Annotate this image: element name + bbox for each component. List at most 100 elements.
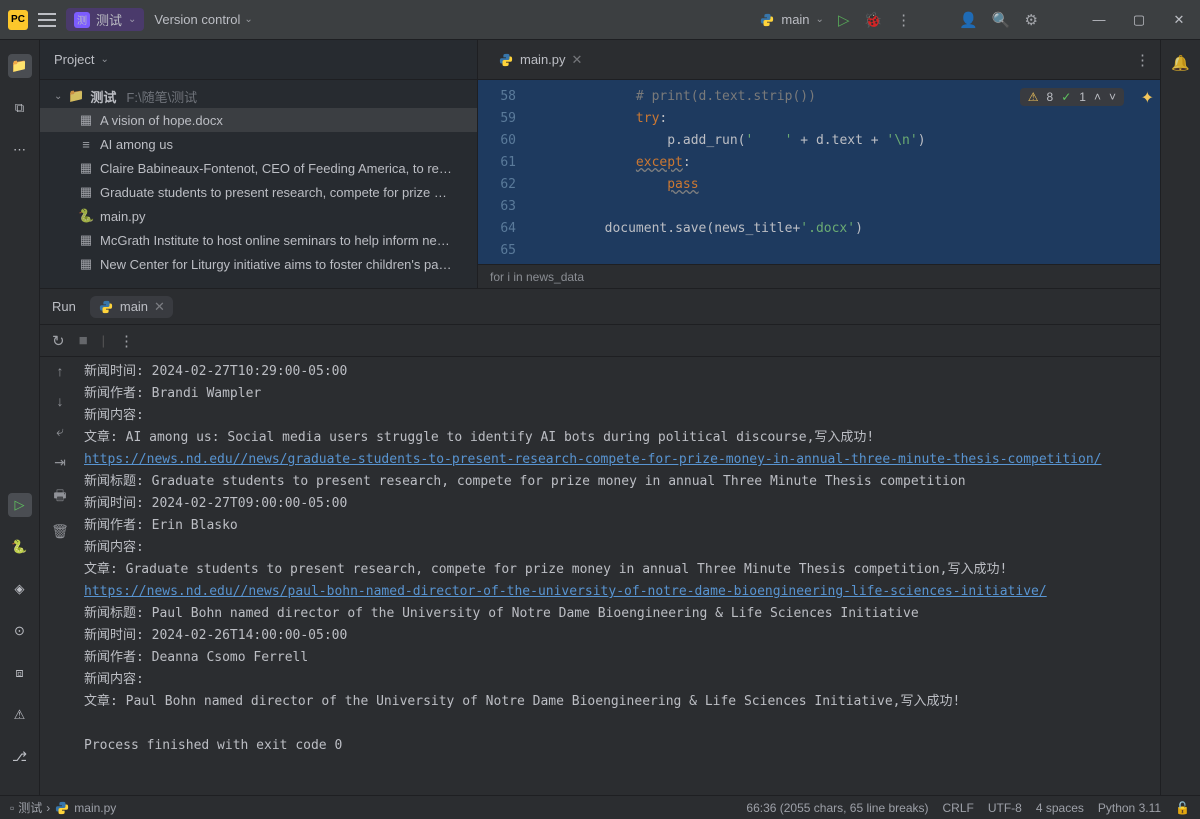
inspection-widget[interactable]: ⚠ 8 ✓ 1 ˄ ˅ [1020, 88, 1124, 106]
tree-item[interactable]: ▦A vision of hope.docx [40, 108, 477, 132]
folder-icon: 📁 [68, 88, 84, 104]
up-stack-icon[interactable]: ↑ [57, 363, 64, 379]
run-configuration-selector[interactable]: main ⌄ [759, 12, 824, 28]
file-icon: ▦ [78, 256, 94, 272]
python-console-button[interactable]: 🐍 [8, 535, 32, 559]
search-everywhere-icon[interactable]: 🔍 [992, 11, 1011, 29]
tree-item[interactable]: ▦ New Center for Liturgy initiative aims … [40, 252, 477, 276]
chevron-up-icon[interactable]: ˄ [1094, 90, 1101, 104]
file-icon: ▦ [78, 160, 94, 176]
terminal-tool-button[interactable]: ⧈ [8, 661, 32, 685]
run-tab[interactable]: main ✕ [90, 296, 173, 318]
main-menu-button[interactable] [38, 13, 56, 27]
run-toolbar: ↻ ■ | ⋮ [40, 325, 1160, 357]
debug-button[interactable]: 🐞 [863, 11, 882, 29]
tree-item[interactable]: ▦McGrath Institute to host online semina… [40, 228, 477, 252]
left-tool-rail: 📁 ⧉ ⋯ ▷ 🐍 ◈ ⊙ ⧈ ⚠ ⎇ [0, 40, 40, 795]
run-panel-title: Run [52, 299, 76, 314]
lock-icon[interactable]: 🔓 [1175, 801, 1190, 815]
file-name: New Center for Liturgy initiative aims t… [100, 257, 451, 272]
tree-item[interactable]: ≡AI among us [40, 132, 477, 156]
passed-count: 1 [1079, 90, 1086, 104]
rerun-button[interactable]: ↻ [52, 332, 65, 350]
run-config-label: main [781, 12, 809, 27]
file-name: Claire Babineaux-Fontenot, CEO of Feedin… [100, 161, 452, 176]
vcs-menu[interactable]: Version control ⌄ [154, 12, 252, 27]
module-icon: ▫ [10, 801, 14, 815]
window-minimize[interactable]: — [1086, 7, 1112, 33]
titlebar: PC 测 测试 ⌄ Version control ⌄ main ⌄ ▷ 🐞 ⋮… [0, 0, 1200, 40]
console-link[interactable]: https://news.nd.edu//news/paul-bohn-name… [84, 584, 1047, 599]
project-panel-header[interactable]: Project ⌄ [40, 40, 477, 80]
nav-breadcrumb[interactable]: ▫ 测试 › main.py [10, 799, 116, 816]
line-separator[interactable]: CRLF [943, 801, 974, 815]
code-with-me-icon[interactable]: 👤 [959, 11, 978, 29]
problems-tool-button[interactable]: ⚠ [8, 703, 32, 727]
close-tab-icon[interactable]: ✕ [154, 299, 165, 315]
clear-icon[interactable]: 🗑 [51, 523, 69, 540]
python-icon [98, 299, 114, 315]
stop-button[interactable]: ■ [79, 332, 88, 349]
file-encoding[interactable]: UTF-8 [988, 801, 1022, 815]
tree-item[interactable]: ▦Graduate students to present research, … [40, 180, 477, 204]
chevron-down-icon[interactable]: ˅ [1109, 90, 1116, 104]
structure-tool-button[interactable]: ⧉ [8, 96, 32, 120]
vcs-label: Version control [154, 12, 240, 27]
project-tool-button[interactable]: 📁 [8, 54, 32, 78]
code-area[interactable]: # print(d.text.strip()) try: p.add_run('… [526, 80, 1160, 264]
caret-position[interactable]: 66:36 (2055 chars, 65 line breaks) [746, 801, 928, 815]
more-button[interactable]: ⋮ [119, 332, 134, 350]
editor-more-icon[interactable]: ⋮ [1135, 51, 1150, 69]
project-name: 测试 [96, 10, 122, 29]
run-tool-button[interactable]: ▷ [8, 493, 32, 517]
run-panel: Run main ✕ ↻ ■ | ⋮ ↑ ↓ ⤶ [40, 288, 1160, 795]
more-actions-button[interactable]: ⋮ [896, 11, 911, 29]
tree-item[interactable]: ▦ Claire Babineaux-Fontenot, CEO of Feedi… [40, 156, 477, 180]
python-icon [498, 52, 514, 68]
breadcrumb-file: main.py [74, 801, 116, 815]
tree-item[interactable]: 🐍 main.py [40, 204, 477, 228]
project-selector[interactable]: 测 测试 ⌄ [66, 8, 144, 31]
project-badge-icon: 测 [74, 12, 90, 28]
file-name: main.py [100, 209, 146, 224]
down-stack-icon[interactable]: ↓ [57, 393, 64, 409]
services-tool-button[interactable]: ◈ [8, 577, 32, 601]
console-link[interactable]: https://news.nd.edu//news/graduate-stude… [84, 452, 1101, 467]
status-bar: ▫ 测试 › main.py 66:36 (2055 chars, 65 lin… [0, 795, 1200, 819]
vcs-tool-button[interactable]: ⎇ [8, 745, 32, 769]
run-tab-label: main [120, 299, 148, 314]
file-icon: ▦ [78, 232, 94, 248]
interpreter[interactable]: Python 3.11 [1098, 801, 1161, 815]
more-tools-button[interactable]: ⋯ [8, 138, 32, 162]
file-icon: ≡ [78, 137, 94, 152]
print-icon[interactable]: 🖶 [53, 485, 66, 509]
breadcrumb-text: for i in news_data [490, 270, 584, 284]
right-tool-rail: 🔔 [1160, 40, 1200, 795]
ai-assistant-icon[interactable]: ✦ [1141, 88, 1154, 108]
file-icon: 🐍 [78, 208, 94, 224]
settings-icon[interactable]: ⚙ [1025, 11, 1038, 29]
tree-root[interactable]: ⌄ 📁 测试 F:\随笔\测试 [40, 84, 477, 108]
editor-body[interactable]: 5859606162636465 # print(d.text.strip())… [478, 80, 1160, 264]
close-tab-icon[interactable]: ✕ [572, 52, 583, 68]
soft-wrap-icon[interactable]: ⤶ [56, 423, 64, 440]
console-output[interactable]: 新闻时间: 2024-02-27T10:29:00-05:00新闻作者: Bra… [80, 357, 1160, 795]
file-name: Graduate students to present research, c… [100, 185, 447, 200]
python-icon [54, 800, 70, 816]
editor-breadcrumb[interactable]: for i in news_data [478, 264, 1160, 288]
breadcrumb-project: 测试 [18, 799, 42, 816]
chevron-down-icon: ⌄ [100, 54, 108, 65]
indent-setting[interactable]: 4 spaces [1036, 801, 1084, 815]
window-close[interactable]: ✕ [1166, 7, 1192, 33]
notifications-icon[interactable]: 🔔 [1171, 54, 1190, 72]
editor-gutter: 5859606162636465 [478, 80, 526, 264]
debug-tool-button[interactable]: ⊙ [8, 619, 32, 643]
editor-tab-label: main.py [520, 52, 566, 67]
project-tree[interactable]: ⌄ 📁 测试 F:\随笔\测试▦A vision of hope.docx≡AI… [40, 80, 477, 288]
run-button[interactable]: ▷ [838, 11, 850, 29]
run-side-toolbar: ↑ ↓ ⤶ ⇥ 🖶 🗑 [40, 357, 80, 795]
editor-tab[interactable]: main.py ✕ [490, 40, 590, 79]
window-restore[interactable]: ▢ [1126, 7, 1152, 33]
python-icon [759, 12, 775, 28]
scroll-to-end-icon[interactable]: ⇥ [54, 454, 66, 471]
